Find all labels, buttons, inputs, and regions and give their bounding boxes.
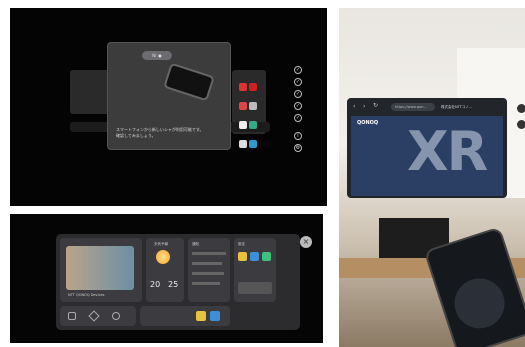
temp-low: 25 — [168, 280, 179, 289]
dialog-message: スマートフォンから新しいシャが利用可能です。 確認してみましょう。 — [116, 127, 204, 138]
url-input[interactable]: https://www.qon... — [391, 103, 435, 111]
check-circle-icon[interactable]: ✓ — [294, 78, 302, 86]
xr-room-panel: ‹ › ↻ https://www.qon... 株式会社NTTコノ... QO… — [339, 8, 525, 347]
dashboard: NTT QONOQ Devices 天気予報 20 25 通知 設定 — [56, 234, 300, 330]
shortcut-bar — [140, 306, 230, 326]
close-icon[interactable]: × — [300, 236, 312, 248]
app-icon[interactable] — [249, 140, 257, 148]
launcher-panel: Nr ● スマートフォンから新しいシャが利用可能です。 確認してみましょう。 ✓… — [10, 8, 327, 206]
forward-icon[interactable]: › — [363, 103, 365, 110]
quick-actions — [60, 306, 136, 326]
phone-dialog: Nr ● スマートフォンから新しいシャが利用可能です。 確認してみましょう。 — [107, 42, 231, 150]
check-circle-icon[interactable]: ✓ — [294, 114, 302, 122]
sun-icon — [156, 250, 170, 264]
web-page[interactable]: QONOQ XR — [351, 116, 503, 196]
weather-card[interactable]: 天気予報 20 25 — [146, 238, 184, 302]
diamond-icon[interactable] — [88, 310, 100, 322]
browser-window[interactable]: ‹ › ↻ https://www.qon... 株式会社NTTコノ... QO… — [347, 98, 507, 198]
photo-image — [66, 246, 134, 290]
touchpad-circle[interactable] — [448, 271, 512, 335]
notifications-label: 通知 — [192, 242, 199, 246]
back-icon[interactable]: ‹ — [353, 103, 355, 110]
dialog-button[interactable]: Nr ● — [142, 51, 172, 60]
app-icon[interactable] — [239, 121, 247, 129]
app-icon[interactable] — [239, 83, 247, 91]
notification-line — [192, 252, 226, 255]
side-toolbar: ✓ ✓ ✓ ✓ ✓ i ⚙ — [294, 66, 304, 156]
reload-icon[interactable]: ↻ — [373, 102, 378, 109]
info-icon[interactable]: i — [294, 132, 302, 140]
notifications-card[interactable]: 通知 — [188, 238, 230, 302]
app-icon[interactable] — [239, 102, 247, 110]
toggle-tile[interactable] — [262, 252, 271, 261]
toggle-tile[interactable] — [250, 252, 259, 261]
minimize-icon[interactable] — [517, 120, 525, 129]
gear-icon[interactable] — [112, 312, 120, 320]
settings-card[interactable]: 設定 — [234, 238, 276, 302]
app-icon[interactable] — [249, 121, 257, 129]
hero-text: XR — [407, 120, 488, 183]
app-icon[interactable] — [249, 102, 257, 110]
notification-line — [192, 262, 222, 265]
notification-line — [192, 282, 220, 285]
app-window-left[interactable] — [70, 70, 110, 114]
url-bar: ‹ › ↻ https://www.qon... 株式会社NTTコノ... — [351, 102, 503, 112]
check-circle-icon[interactable]: ✓ — [294, 90, 302, 98]
site-logo: QONOQ — [357, 120, 379, 126]
shortcut-icon[interactable] — [196, 311, 206, 321]
close-icon[interactable] — [517, 104, 525, 113]
photo-card[interactable]: NTT QONOQ Devices — [60, 238, 142, 302]
slider-control[interactable] — [238, 282, 272, 294]
check-circle-icon[interactable]: ✓ — [294, 102, 302, 110]
dashboard-panel: NTT QONOQ Devices 天気予報 20 25 通知 設定 × — [10, 214, 323, 343]
page-title: 株式会社NTTコノ... — [441, 105, 473, 109]
app-grid — [238, 78, 264, 154]
toggle-tile[interactable] — [238, 252, 247, 261]
app-icon[interactable] — [239, 140, 247, 148]
phone-icon — [163, 62, 215, 102]
photo-caption: NTT QONOQ Devices — [68, 293, 105, 297]
settings-icon[interactable]: ⚙ — [294, 144, 302, 152]
shortcut-icon[interactable] — [210, 311, 220, 321]
weather-label: 天気予報 — [154, 242, 168, 246]
check-circle-icon[interactable]: ✓ — [294, 66, 302, 74]
settings-label: 設定 — [238, 242, 245, 246]
app-icon[interactable] — [249, 83, 257, 91]
temp-high: 20 — [150, 280, 161, 289]
notification-line — [192, 272, 224, 275]
camera-icon[interactable] — [68, 312, 76, 320]
